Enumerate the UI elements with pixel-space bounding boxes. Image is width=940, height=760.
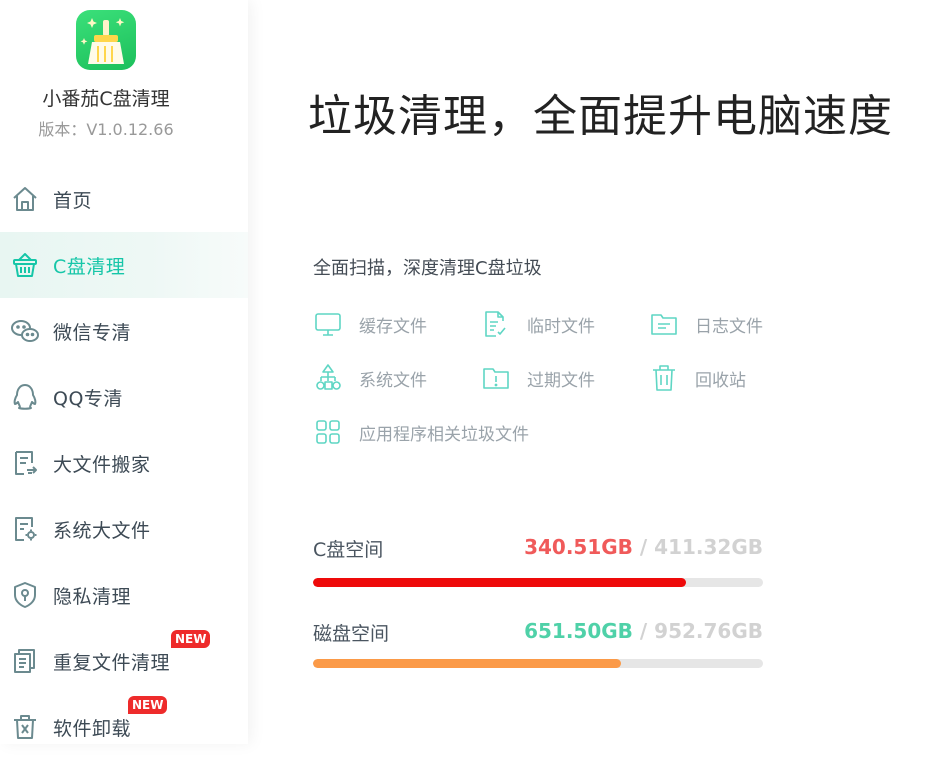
sidebar-item-label: QQ专清 — [53, 387, 123, 410]
sidebar: 小番茄C盘清理 版本：V1.0.12.66 首页 C盘清理 微信专清 QQ专清 … — [0, 0, 248, 744]
c-drive-usage-bar — [313, 578, 763, 587]
disk-space-label: 磁盘空间 — [313, 623, 390, 645]
category-temp-files: 临时文件 — [481, 309, 595, 339]
category-app-junk-files: 应用程序相关垃圾文件 — [313, 417, 529, 447]
duplicate-file-icon — [10, 646, 40, 676]
basket-icon — [10, 250, 40, 280]
new-badge: NEW — [171, 630, 211, 648]
sidebar-item-c-drive-clean[interactable]: C盘清理 — [0, 232, 248, 298]
category-label: 过期文件 — [527, 370, 595, 391]
sidebar-item-large-file-move[interactable]: 大文件搬家 — [0, 430, 248, 496]
disk-total: 952.76GB — [654, 619, 763, 643]
folder-alert-icon — [481, 363, 511, 393]
app-version: 版本：V1.0.12.66 — [38, 120, 174, 139]
document-edit-icon — [481, 309, 511, 339]
disk-space-values: 651.50GB / 952.76GB — [524, 619, 763, 643]
category-label: 临时文件 — [527, 316, 595, 337]
category-recycle-bin: 回收站 — [649, 363, 746, 393]
sidebar-item-privacy-clean[interactable]: 隐私清理 — [0, 562, 248, 628]
sidebar-item-label: 重复文件清理 — [53, 651, 171, 674]
wechat-icon — [10, 316, 40, 346]
sidebar-item-system-large-files[interactable]: 系统大文件 — [0, 496, 248, 562]
sidebar-item-label: 系统大文件 — [53, 519, 151, 542]
sidebar-item-home[interactable]: 首页 — [0, 166, 248, 232]
c-drive-used: 340.51GB — [524, 535, 633, 559]
sidebar-item-label: 微信专清 — [53, 321, 132, 344]
qq-icon — [10, 382, 40, 412]
shield-icon — [10, 580, 40, 610]
sidebar-item-label: 软件卸载 — [53, 717, 132, 740]
disk-usage-fill — [313, 659, 621, 668]
c-drive-space-values: 340.51GB / 411.32GB — [524, 535, 763, 559]
folder-icon — [649, 309, 679, 339]
app-logo — [76, 10, 136, 70]
file-move-icon — [10, 448, 40, 478]
category-log-files: 日志文件 — [649, 309, 763, 339]
category-label: 系统文件 — [359, 370, 427, 391]
separator: / — [632, 619, 655, 643]
sidebar-item-duplicate-file-clean[interactable]: 重复文件清理 NEW — [0, 628, 248, 694]
category-label: 缓存文件 — [359, 316, 427, 337]
sidebar-item-qq-clean[interactable]: QQ专清 — [0, 364, 248, 430]
category-label: 应用程序相关垃圾文件 — [359, 424, 529, 445]
app-name: 小番茄C盘清理 — [42, 88, 170, 110]
recycle-bin-icon — [649, 363, 679, 393]
sidebar-item-label: 大文件搬家 — [53, 453, 151, 476]
c-drive-usage-fill — [313, 578, 686, 587]
category-label: 日志文件 — [695, 316, 763, 337]
sidebar-item-label: 首页 — [53, 189, 93, 212]
trash-icon — [10, 712, 40, 742]
c-drive-space-label: C盘空间 — [313, 539, 384, 561]
home-icon — [10, 184, 40, 214]
new-badge: NEW — [128, 696, 168, 714]
sidebar-item-label: C盘清理 — [53, 255, 126, 278]
separator: / — [632, 535, 655, 559]
disk-usage-bar — [313, 659, 763, 668]
apps-grid-icon — [313, 417, 343, 447]
hierarchy-icon — [313, 363, 343, 393]
scan-subtitle: 全面扫描，深度清理C盘垃圾 — [313, 258, 542, 279]
sidebar-item-software-uninstall[interactable]: 软件卸载 NEW — [0, 694, 248, 760]
c-drive-total: 411.32GB — [654, 535, 763, 559]
disk-used: 651.50GB — [524, 619, 633, 643]
category-label: 回收站 — [695, 370, 746, 391]
sidebar-item-wechat-clean[interactable]: 微信专清 — [0, 298, 248, 364]
category-cache-files: 缓存文件 — [313, 309, 427, 339]
category-expired-files: 过期文件 — [481, 363, 595, 393]
sidebar-item-label: 隐私清理 — [53, 585, 132, 608]
page-headline: 垃圾清理，全面提升电脑速度 — [308, 91, 893, 142]
sidebar-nav: 首页 C盘清理 微信专清 QQ专清 大文件搬家 系统大文件 隐私清理 重复文件清… — [0, 166, 248, 760]
monitor-icon — [313, 309, 343, 339]
category-system-files: 系统文件 — [313, 363, 427, 393]
system-file-icon — [10, 514, 40, 544]
